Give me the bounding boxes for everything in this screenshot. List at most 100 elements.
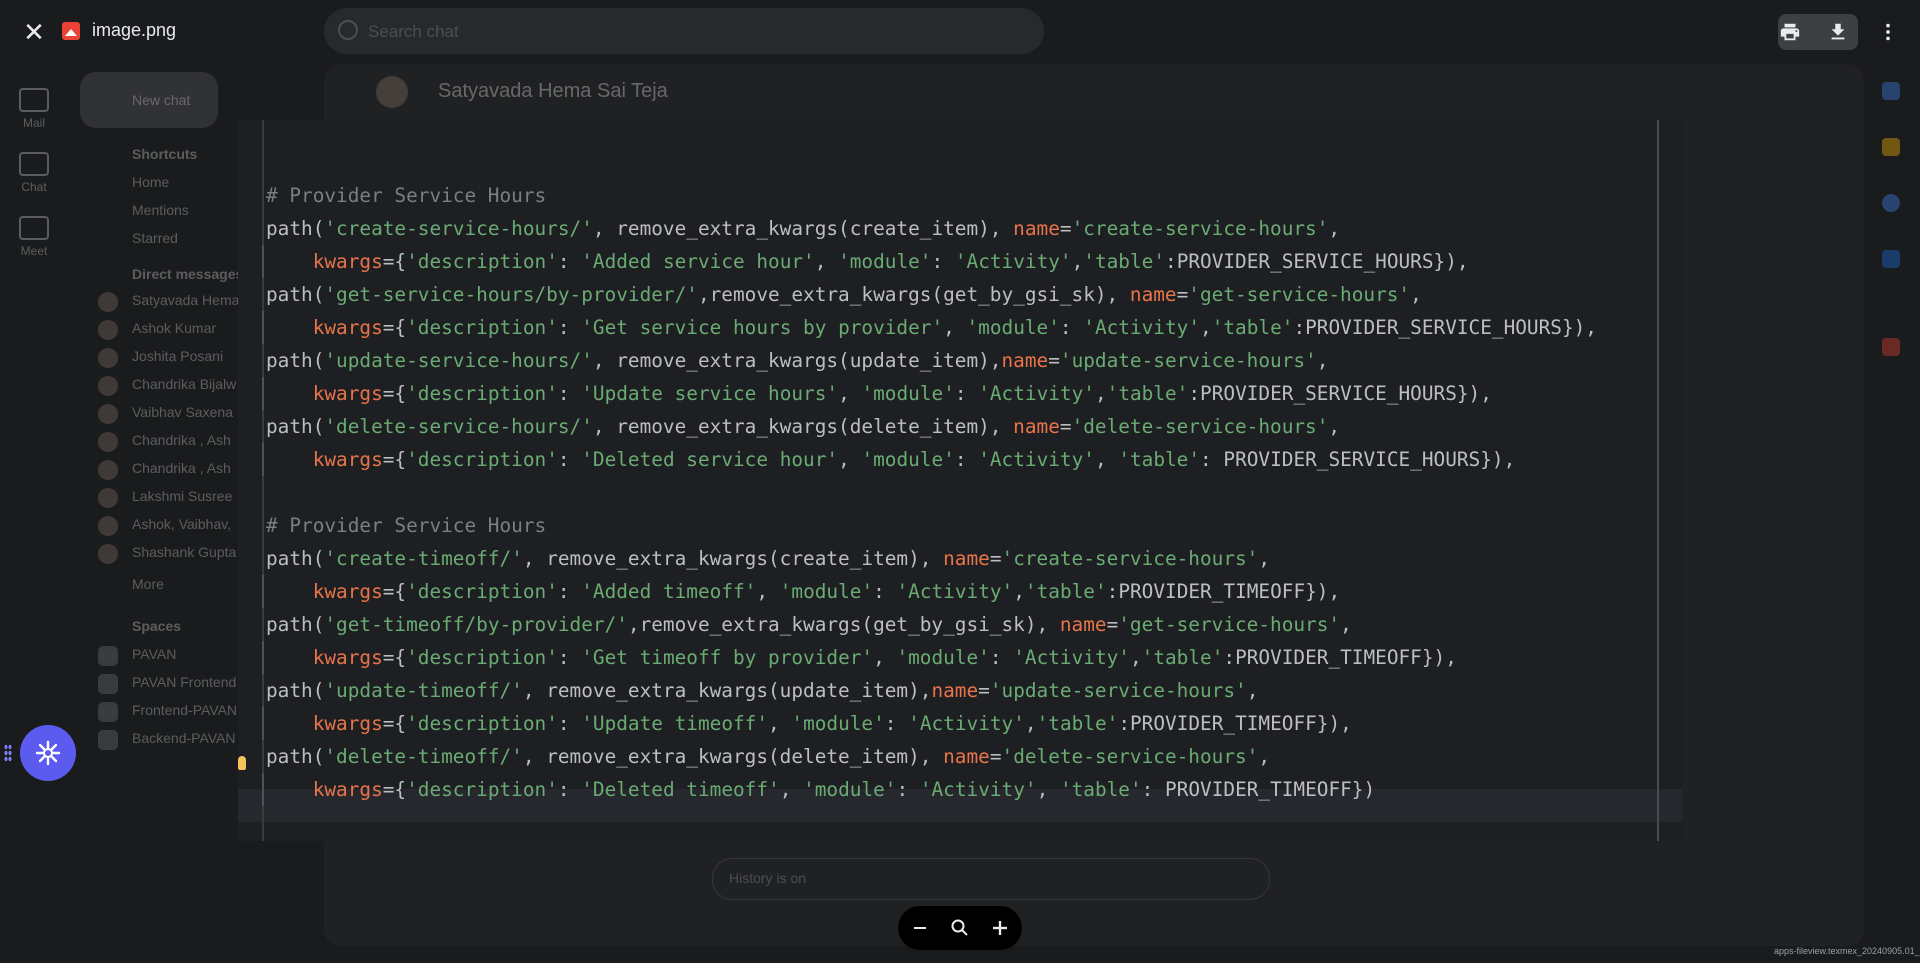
indent-guide [262, 311, 264, 344]
code-text: , remove_extra_kwargs(delete_item), [522, 745, 944, 768]
code-line: kwargs={'description': 'Get timeoff by p… [266, 641, 1597, 674]
code-text: : [557, 580, 582, 603]
code-text: , [1410, 283, 1422, 306]
code-string: 'description' [406, 778, 558, 801]
code-string: 'delete-service-hours' [1001, 745, 1259, 768]
indent-guide [262, 575, 264, 608]
code-string: 'create-service-hours' [1001, 547, 1259, 570]
code-text: ={ [382, 712, 407, 735]
code-text: , remove_extra_kwargs(update_item), [522, 679, 932, 702]
code-text: path( [266, 613, 325, 636]
download-icon[interactable] [1820, 14, 1856, 50]
code-string: 'module' [803, 778, 897, 801]
rail-mail: Mail [0, 88, 68, 130]
code-line: path('update-timeoff/', remove_extra_kwa… [266, 674, 1597, 707]
zoom-reset-icon[interactable] [944, 912, 976, 944]
code-text: ,remove_extra_kwargs(get_by_gsi_sk), [697, 283, 1130, 306]
code-line: path('get-timeoff/by-provider/',remove_e… [266, 608, 1597, 641]
zoom-out-icon[interactable] [904, 912, 936, 944]
zoom-in-icon[interactable] [984, 912, 1016, 944]
code-string: 'Activity' [1013, 646, 1130, 669]
dm-item: Satyavada Hema [132, 292, 240, 308]
image-file-icon [62, 22, 80, 40]
avatar [98, 544, 118, 564]
contacts-app-icon [1882, 250, 1900, 268]
code-text: : PROVIDER_TIMEOFF}) [1141, 778, 1376, 801]
code-text: : [1059, 316, 1084, 339]
code-string: 'table' [1024, 580, 1107, 603]
code-text: , [779, 778, 804, 801]
avatar [376, 76, 408, 108]
rail-mail-label: Mail [22, 116, 45, 130]
close-icon[interactable]: ✕ [20, 18, 48, 46]
code-text: : [873, 580, 897, 603]
drag-handle-icon[interactable] [4, 744, 12, 762]
dm-item: Ashok, Vaibhav, [132, 516, 232, 532]
avatar [98, 404, 118, 424]
rail-meet: Meet [0, 216, 68, 258]
code-text: : [557, 250, 582, 273]
code-string: 'create-timeoff/' [324, 547, 523, 570]
code-text: : PROVIDER_SERVICE_HOURS}), [1200, 448, 1516, 471]
dm-item: Vaibhav Saxena [132, 404, 233, 420]
code-text: , [1328, 415, 1341, 438]
code-line: kwargs={'description': 'Deleted service … [266, 443, 1597, 476]
space-item: PAVAN Frontend [132, 674, 237, 690]
code-text: = [989, 547, 1002, 570]
code-text: , [1013, 580, 1025, 603]
code-text: ={ [382, 448, 407, 471]
space-item: Backend-PAVAN [132, 730, 236, 746]
space-icon [98, 702, 118, 722]
code-string: 'Activity' [1083, 316, 1201, 339]
shortcut-item: Home [132, 174, 170, 190]
code-string: 'table' [1118, 448, 1201, 471]
more-vert-icon[interactable] [1870, 14, 1906, 50]
assistant-button[interactable] [20, 725, 76, 781]
code-text: path( [266, 349, 325, 372]
zoom-controls [898, 906, 1022, 950]
code-string: 'get-service-hours' [1118, 613, 1341, 636]
code-keyword: kwargs [312, 778, 383, 801]
code-line: path('delete-timeoff/', remove_extra_kwa… [266, 740, 1597, 773]
keep-app-icon [1882, 138, 1900, 156]
code-string: 'delete-service-hours' [1071, 415, 1329, 438]
chat-icon [19, 152, 49, 176]
code-line: kwargs={'description': 'Added service ho… [266, 245, 1597, 278]
code-text: = [1048, 349, 1060, 372]
dm-item: Chandrika Bijalw [132, 376, 237, 392]
code-line: kwargs={'description': 'Deleted timeoff'… [266, 773, 1597, 806]
code-keyword: kwargs [312, 250, 383, 273]
code-string: 'module' [779, 580, 874, 603]
indent-guide [262, 245, 264, 278]
code-keyword: kwargs [312, 316, 383, 339]
indent-guide [262, 377, 264, 410]
rail-chat: Chat [0, 152, 68, 194]
code-keyword: name [1001, 349, 1049, 372]
code-line: path('delete-service-hours/', remove_ext… [266, 410, 1597, 443]
space-icon [98, 674, 118, 694]
code-text: : [954, 382, 979, 405]
snowflake-icon [35, 740, 61, 766]
print-icon[interactable] [1772, 14, 1808, 50]
code-line: # Provider Service Hours [266, 509, 1597, 542]
code-text: : [557, 712, 582, 735]
code-string: 'update-service-hours' [989, 679, 1247, 702]
code-string: 'description' [406, 250, 558, 273]
code-string: 'Deleted timeoff' [581, 778, 780, 801]
rail-meet-label: Meet [20, 244, 48, 258]
code-keyword: kwargs [312, 382, 383, 405]
code-text: path( [266, 745, 325, 768]
code-text: ={ [382, 580, 407, 603]
shortcut-item: Starred [132, 230, 178, 246]
lightbulb-icon [238, 756, 246, 770]
code-string: 'get-timeoff/by-provider/' [324, 613, 628, 636]
code-text: :PROVIDER_SERVICE_HOURS}), [1188, 382, 1492, 405]
dm-item: Joshita Posani [132, 348, 224, 364]
code-text: :PROVIDER_TIMEOFF}), [1118, 712, 1352, 735]
code-string: 'Added service hour' [581, 250, 815, 273]
code-string: 'get-service-hours/by-provider/' [324, 283, 698, 306]
